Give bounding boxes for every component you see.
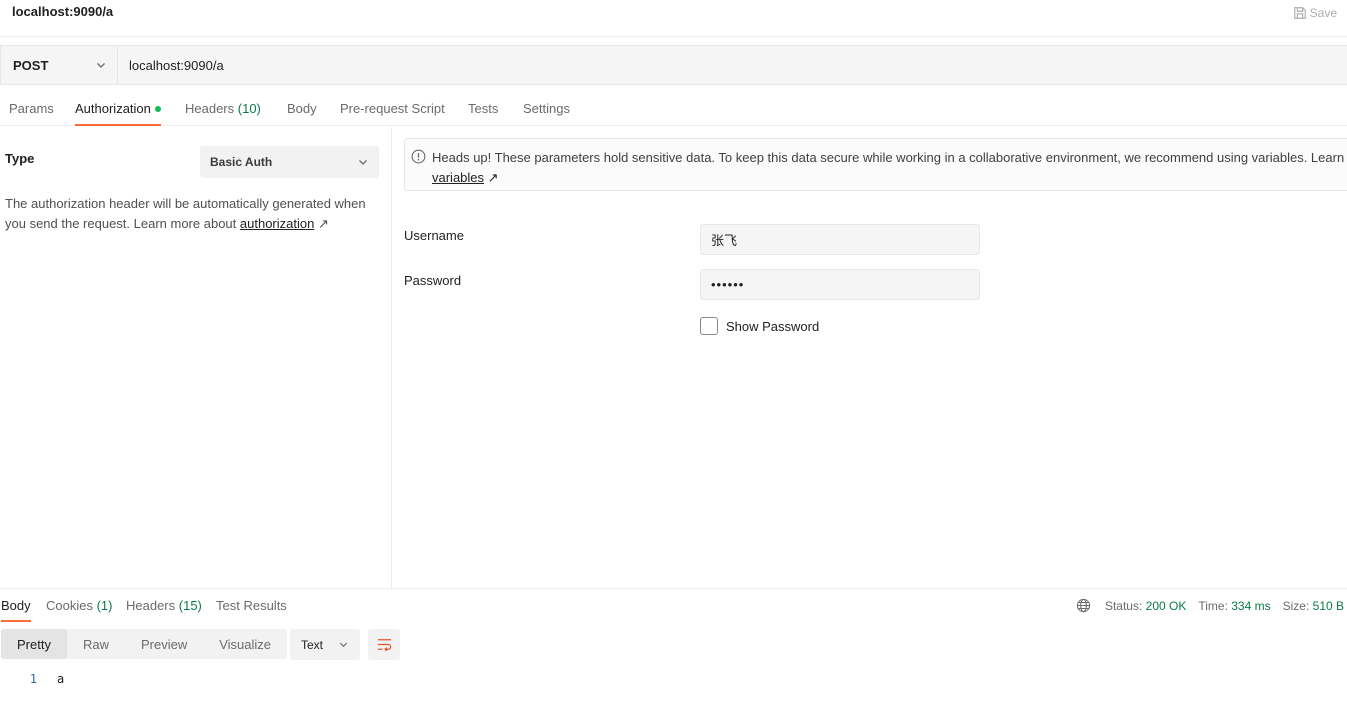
auth-credentials-pane: Heads up! These parameters hold sensitiv… <box>392 127 1347 588</box>
wrap-lines-button[interactable] <box>368 629 400 660</box>
tab-pre-request-script[interactable]: Pre-request Script <box>340 101 445 126</box>
variables-link[interactable]: variables ↗ <box>432 168 499 188</box>
tab-label: Headers <box>185 101 235 116</box>
view-mode-raw[interactable]: Raw <box>67 629 125 659</box>
tab-label: Headers <box>126 598 176 613</box>
request-title[interactable]: localhost:9090/a <box>12 4 113 19</box>
time-value: 334 ms <box>1231 598 1271 613</box>
password-label: Password <box>404 273 462 288</box>
status-readout[interactable]: Status: 200 OK <box>1105 599 1186 613</box>
size-readout[interactable]: Size: 510 B <box>1283 599 1344 613</box>
show-password-checkbox[interactable] <box>700 317 718 335</box>
tab-label: Tests <box>468 101 499 116</box>
response-tab-cookies[interactable]: Cookies (1) <box>46 598 112 622</box>
password-input[interactable]: •••••• <box>700 269 980 300</box>
auth-description: The authorization header will be automat… <box>5 194 375 234</box>
chevron-down-icon <box>359 160 367 165</box>
response-body-line[interactable]: 1 a <box>0 672 64 686</box>
time-label: Time: <box>1198 598 1228 613</box>
tab-authorization[interactable]: Authorization <box>75 101 161 126</box>
show-password-row[interactable]: Show Password <box>700 317 819 335</box>
response-tabs: Body Cookies (1) Headers (15) Test Resul… <box>0 588 1347 622</box>
view-mode-pretty[interactable]: Pretty <box>1 629 67 659</box>
line-number: 1 <box>29 672 37 686</box>
tab-headers[interactable]: Headers (10) <box>185 101 261 126</box>
method-value: POST <box>13 57 49 73</box>
status-label: Status: <box>1104 598 1143 613</box>
tab-count: (10) <box>237 101 261 116</box>
sensitive-data-banner: Heads up! These parameters hold sensitiv… <box>404 138 1347 191</box>
status-value: 200 OK <box>1145 598 1187 613</box>
tab-label: Body <box>287 101 317 116</box>
format-value: Text <box>301 637 324 652</box>
tab-params[interactable]: Params <box>9 101 54 126</box>
tab-body[interactable]: Body <box>287 101 317 126</box>
tab-count: (15) <box>178 598 202 613</box>
type-label: Type <box>5 151 35 166</box>
tab-label: Settings <box>523 101 570 116</box>
authorization-link[interactable]: authorization <box>240 216 314 231</box>
auth-type-value: Basic Auth <box>210 155 273 169</box>
external-link-icon: ↗ <box>487 170 499 185</box>
show-password-label: Show Password <box>726 318 820 334</box>
wrap-lines-icon <box>377 639 391 652</box>
tab-label: Params <box>9 101 54 116</box>
globe-icon[interactable] <box>1076 598 1091 613</box>
variables-link-label: variables <box>432 170 485 185</box>
tab-label: Cookies <box>46 598 93 613</box>
active-indicator-dot <box>154 105 161 112</box>
banner-text: Heads up! These parameters hold sensitiv… <box>432 150 1347 165</box>
response-tab-headers[interactable]: Headers (15) <box>126 598 202 622</box>
username-input[interactable]: 张飞 <box>700 224 980 255</box>
tab-settings[interactable]: Settings <box>523 101 570 126</box>
request-tabs: Params Authorization Headers (10) Body P… <box>0 92 1347 126</box>
response-meta: Status: 200 OK Time: 334 ms Size: 510 B <box>1076 598 1344 613</box>
size-label: Size: <box>1282 598 1310 613</box>
size-value: 510 B <box>1312 598 1344 613</box>
chevron-down-icon <box>339 642 348 648</box>
response-tab-body[interactable]: Body <box>1 598 31 622</box>
external-link-icon: ↗ <box>317 216 329 231</box>
tab-tests[interactable]: Tests <box>468 101 498 126</box>
title-bar: localhost:9090/a Save <box>0 0 1347 37</box>
view-mode-segment: Pretty Raw Preview Visualize <box>1 629 288 659</box>
tab-label: Test Results <box>216 598 287 613</box>
tab-label: Pre-request Script <box>340 101 445 116</box>
tab-label: Body <box>1 598 31 613</box>
url-bar: POST localhost:9090/a <box>0 45 1347 85</box>
response-tab-test-results[interactable]: Test Results <box>216 598 287 622</box>
username-label: Username <box>404 228 464 243</box>
line-content: a <box>57 672 65 686</box>
auth-type-pane: Type Basic Auth The authorization header… <box>0 127 392 588</box>
save-icon <box>1293 7 1306 19</box>
chevron-down-icon <box>97 63 105 68</box>
method-select[interactable]: POST <box>1 46 118 84</box>
tab-count: (1) <box>96 598 113 613</box>
auth-type-select[interactable]: Basic Auth <box>200 146 379 178</box>
view-mode-preview[interactable]: Preview <box>125 629 203 659</box>
time-readout[interactable]: Time: 334 ms <box>1198 599 1270 613</box>
info-icon <box>411 149 426 164</box>
save-button[interactable]: Save <box>1293 2 1337 24</box>
save-label: Save <box>1309 6 1337 20</box>
url-input[interactable]: localhost:9090/a <box>118 46 1347 84</box>
tab-label: Authorization <box>75 101 151 116</box>
format-select[interactable]: Text <box>290 629 360 660</box>
view-mode-visualize[interactable]: Visualize <box>203 629 287 659</box>
